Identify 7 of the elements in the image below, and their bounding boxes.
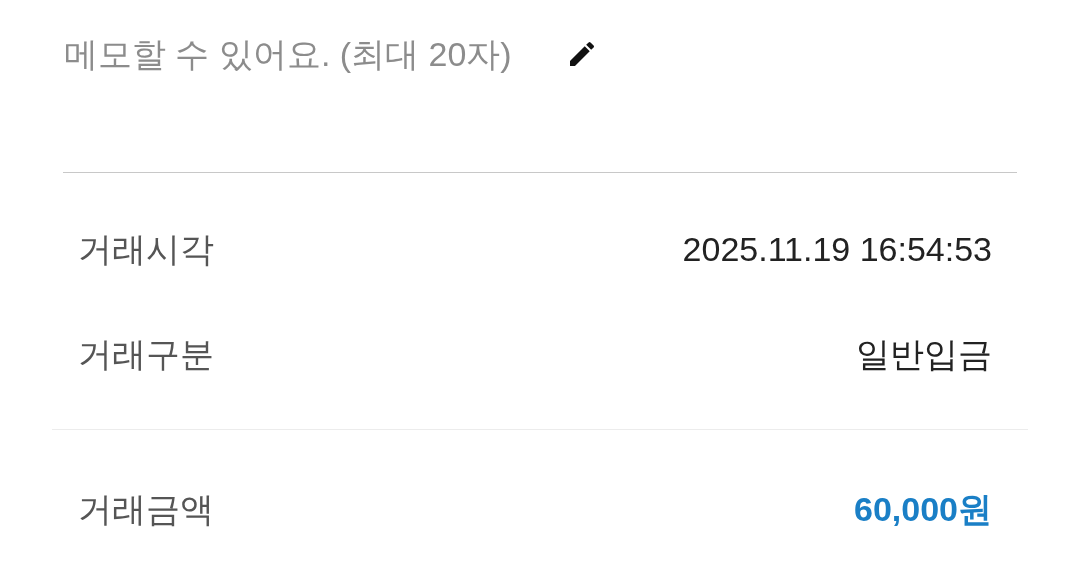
detail-value: 일반입금: [856, 334, 992, 375]
memo-field[interactable]: 메모할 수 있어요. (최대 20자): [64, 28, 554, 80]
detail-label: 거래구분: [78, 334, 214, 375]
amount-label: 거래금액: [78, 488, 214, 530]
detail-value: 2025.11.19 16:54:53: [682, 229, 992, 270]
amount-value: 60,000원: [854, 488, 992, 530]
detail-label: 거래시각: [78, 229, 214, 270]
